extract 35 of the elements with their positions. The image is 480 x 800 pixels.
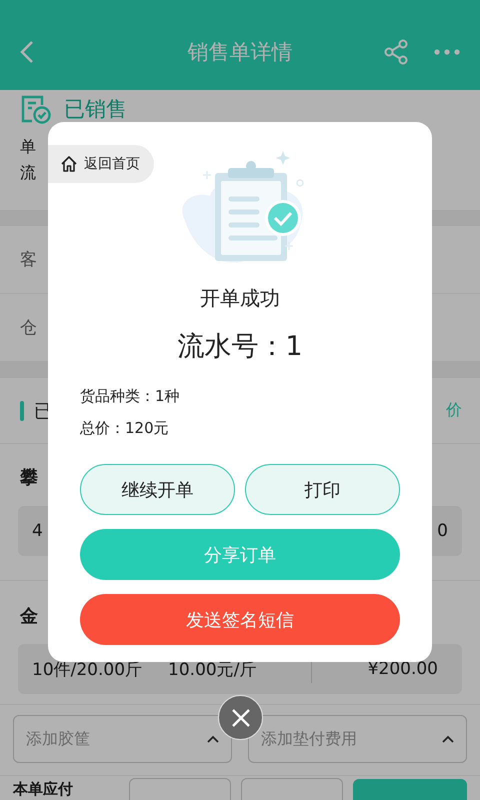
footer-field[interactable]: [241, 778, 343, 800]
serial-number-label: 流: [20, 162, 36, 184]
more-icon[interactable]: [434, 49, 460, 55]
back-icon[interactable]: [20, 40, 34, 64]
order-status: 已销售: [64, 97, 127, 121]
footer-button[interactable]: [353, 778, 467, 800]
dialog-title: 开单成功: [200, 285, 280, 312]
item-detail: 10.00元/斤: [168, 658, 256, 680]
footer-field[interactable]: [129, 778, 231, 800]
home-button[interactable]: 返回首页: [48, 145, 154, 183]
dialog-button[interactable]: 分享订单: [80, 529, 400, 580]
dialog-button[interactable]: 发送签名短信: [80, 594, 400, 645]
caret-icon: [207, 735, 219, 743]
close-button[interactable]: [218, 695, 263, 740]
home-icon: [60, 155, 78, 173]
order-summary-text: 货品种类：1种: [80, 386, 181, 407]
dialog-button[interactable]: 打印: [245, 464, 400, 515]
section-action-link[interactable]: 价: [446, 400, 462, 421]
item-detail: 10件/20.00斤: [32, 658, 142, 680]
serial-number: 流水号：1: [177, 330, 303, 364]
caret-icon: [442, 735, 454, 743]
item-name: 攀: [20, 466, 38, 489]
close-icon: [230, 708, 250, 728]
item-detail: ¥200.00: [368, 659, 438, 679]
payable-label: 本单应付: [13, 780, 73, 799]
dialog-button[interactable]: 继续开单: [80, 464, 235, 515]
page-title: 销售单详情: [188, 39, 292, 66]
order-summary-text: 总价：120元: [80, 418, 170, 439]
item-detail: 0: [437, 521, 448, 541]
section-marker: [20, 400, 24, 420]
document-check-icon: [20, 93, 52, 125]
share-icon[interactable]: [384, 39, 408, 65]
order-number-label: 单: [20, 136, 36, 158]
item-detail: 4: [32, 521, 43, 541]
item-name: 金: [20, 605, 38, 628]
